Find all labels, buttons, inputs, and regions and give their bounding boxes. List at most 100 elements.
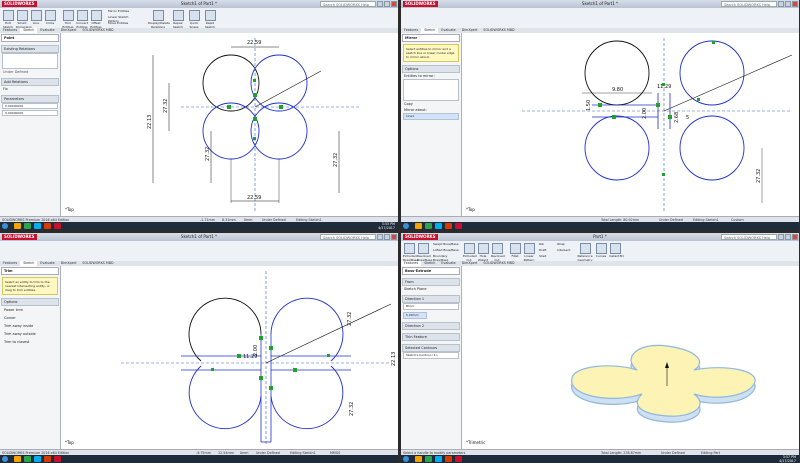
convert-entities-button[interactable]: Convert Entities — [76, 10, 88, 29]
parameters-section[interactable]: Parameters — [1, 95, 59, 103]
taskbar-explorer[interactable] — [14, 223, 21, 229]
trim-closest-option[interactable]: Trim to closest — [0, 338, 60, 346]
relations-list[interactable] — [2, 53, 58, 69]
dimension-mid[interactable]: 2.68 — [674, 112, 680, 123]
construction-line[interactable] — [254, 70, 322, 108]
taskbar-chrome[interactable] — [425, 456, 432, 462]
options-section[interactable]: Options — [402, 65, 460, 73]
taskbar-solidworks[interactable] — [455, 456, 462, 462]
taskbar-chrome[interactable] — [24, 456, 31, 462]
x-coordinate-field[interactable]: 0.00000000 — [2, 103, 58, 109]
depth-field[interactable]: 5.00mm — [403, 312, 427, 319]
taskbar-acrobat[interactable] — [44, 223, 51, 229]
from-section[interactable]: From — [402, 278, 460, 286]
direction1-section[interactable]: Direction 1 — [402, 295, 460, 303]
instant3d-button[interactable]: Instant3D — [609, 243, 624, 259]
dimension-top[interactable]: 22.59 — [247, 40, 261, 46]
dimension-left-a[interactable]: 27.32 — [163, 99, 169, 113]
graphics-area[interactable]: 22.59 27.32 22.13 27.32 27.32 22.59 *Top — [61, 33, 398, 216]
graphics-area[interactable]: 9.80 11.29 2.00 1.50 2.68 5 27.32 *Top — [462, 33, 799, 216]
search-input[interactable]: Search SOLIDWORKS Help — [320, 234, 376, 240]
fillet-button[interactable]: Fillet — [509, 243, 521, 259]
hole-wizard-button[interactable]: Hole Wizard — [477, 243, 489, 262]
taskbar-explorer[interactable] — [415, 456, 422, 462]
trim-inside-option[interactable]: Trim away inside — [0, 322, 60, 330]
search-input[interactable]: Search SOLIDWORKS Help — [721, 234, 777, 240]
linear-pattern-button[interactable]: Linear Pattern — [523, 243, 535, 262]
start-button[interactable] — [403, 456, 409, 462]
smart-dimension-button[interactable]: Smart Dimension — [16, 10, 32, 29]
close-button[interactable] — [391, 1, 397, 7]
corner-option[interactable]: Corner — [0, 314, 60, 322]
dimension-e[interactable]: 5 — [686, 115, 689, 121]
contour-list[interactable]: Sketch1-Contour<1> — [403, 352, 459, 359]
taskbar-solidworks[interactable] — [54, 223, 61, 229]
search-input[interactable]: Search SOLIDWORKS Help — [721, 1, 777, 7]
minimize-button[interactable] — [778, 1, 784, 7]
dimension-d[interactable]: 1.50 — [586, 100, 592, 111]
maximize-button[interactable] — [785, 1, 791, 7]
dimension-right[interactable]: 27.32 — [756, 169, 762, 183]
trim-outside-option[interactable]: Trim away outside — [0, 330, 60, 338]
repair-sketch-button[interactable]: Repair Sketch — [172, 10, 184, 29]
revolved-cut-button[interactable]: Revolved Cut — [491, 243, 505, 262]
close-button[interactable] — [792, 234, 798, 240]
dimension-c[interactable]: 27.32 — [347, 312, 353, 326]
exit-sketch-button[interactable]: Exit Sketch — [2, 10, 14, 29]
trim-entities-button[interactable]: Trim Entities — [62, 10, 74, 29]
offset-entities-button[interactable]: Offset Entities — [90, 10, 102, 29]
dimension-c[interactable]: 2.00 — [642, 108, 648, 119]
taskbar-acrobat[interactable] — [445, 223, 452, 229]
sketch-plane-select[interactable]: Sketch Plane — [401, 286, 461, 292]
taskbar-skype[interactable] — [435, 223, 442, 229]
selected-contours-section[interactable]: Selected Contours — [402, 344, 460, 352]
graphics-area[interactable]: *Trimetric — [462, 266, 799, 449]
quick-snaps-button[interactable]: Quick Snaps — [188, 10, 200, 29]
move-entities-button[interactable]: Move Entities — [108, 21, 138, 26]
search-input[interactable]: Search SOLIDWORKS Help — [320, 1, 376, 7]
options-section[interactable]: Options — [1, 298, 59, 306]
close-button[interactable] — [391, 234, 397, 240]
dimension-bottom[interactable]: 22.59 — [247, 195, 261, 201]
y-coordinate-field[interactable]: 0.00000000 — [2, 110, 58, 116]
existing-relations-section[interactable]: Existing Relations — [1, 45, 59, 53]
lofted-boss-button[interactable]: Lofted Boss/Base — [433, 248, 459, 253]
taskbar-solidworks[interactable] — [455, 223, 462, 229]
maximize-button[interactable] — [384, 1, 390, 7]
taskbar-acrobat[interactable] — [44, 456, 51, 462]
reference-geometry-button[interactable]: Reference Geometry — [577, 243, 593, 262]
draft-button[interactable]: Draft — [539, 248, 553, 253]
thin-feature-section[interactable]: Thin Feature — [402, 333, 460, 341]
dimension-left-c[interactable]: 27.32 — [205, 147, 211, 161]
mirror-about-field[interactable]: Line1 — [403, 113, 459, 120]
revolved-boss-button[interactable]: Revolved Boss/Base — [417, 243, 432, 262]
entities-to-mirror-list[interactable] — [403, 79, 459, 101]
minimize-button[interactable] — [377, 234, 383, 240]
add-relations-section[interactable]: Add Relations — [1, 78, 59, 86]
maximize-button[interactable] — [785, 234, 791, 240]
minimize-button[interactable] — [377, 1, 383, 7]
rib-button[interactable]: Rib — [539, 242, 553, 247]
fix-relation-button[interactable]: Fix — [0, 86, 60, 92]
taskbar-skype[interactable] — [34, 223, 41, 229]
intersect-button[interactable]: Intersect — [557, 248, 571, 253]
extrude-top-face[interactable] — [571, 344, 756, 417]
extruded-boss-button[interactable]: Extruded Boss/Base — [403, 243, 418, 262]
taskbar-explorer[interactable] — [14, 456, 21, 462]
taskbar-skype[interactable] — [34, 456, 41, 462]
circle-button[interactable]: Circle — [44, 10, 56, 26]
rapid-sketch-button[interactable]: Rapid Sketch — [204, 10, 216, 29]
taskbar-solidworks[interactable] — [54, 456, 61, 462]
dimension-b[interactable]: 2.00 — [253, 345, 259, 356]
taskbar-chrome[interactable] — [24, 223, 31, 229]
dimension-d[interactable]: 22.13 — [391, 352, 397, 366]
start-button[interactable] — [2, 223, 8, 229]
end-condition-select[interactable]: Blind — [403, 303, 459, 310]
dimension-e[interactable]: 27.32 — [349, 402, 355, 416]
dimension-right[interactable]: 27.32 — [333, 153, 339, 167]
dimension-left-b[interactable]: 22.13 — [147, 115, 153, 129]
taskbar-explorer[interactable] — [415, 223, 422, 229]
graphics-area[interactable]: 11.29 2.00 27.32 22.13 27.32 *Top — [61, 266, 398, 449]
wrap-button[interactable]: Wrap — [557, 242, 571, 247]
display-relations-button[interactable]: Display/Delete Relations — [148, 10, 170, 29]
